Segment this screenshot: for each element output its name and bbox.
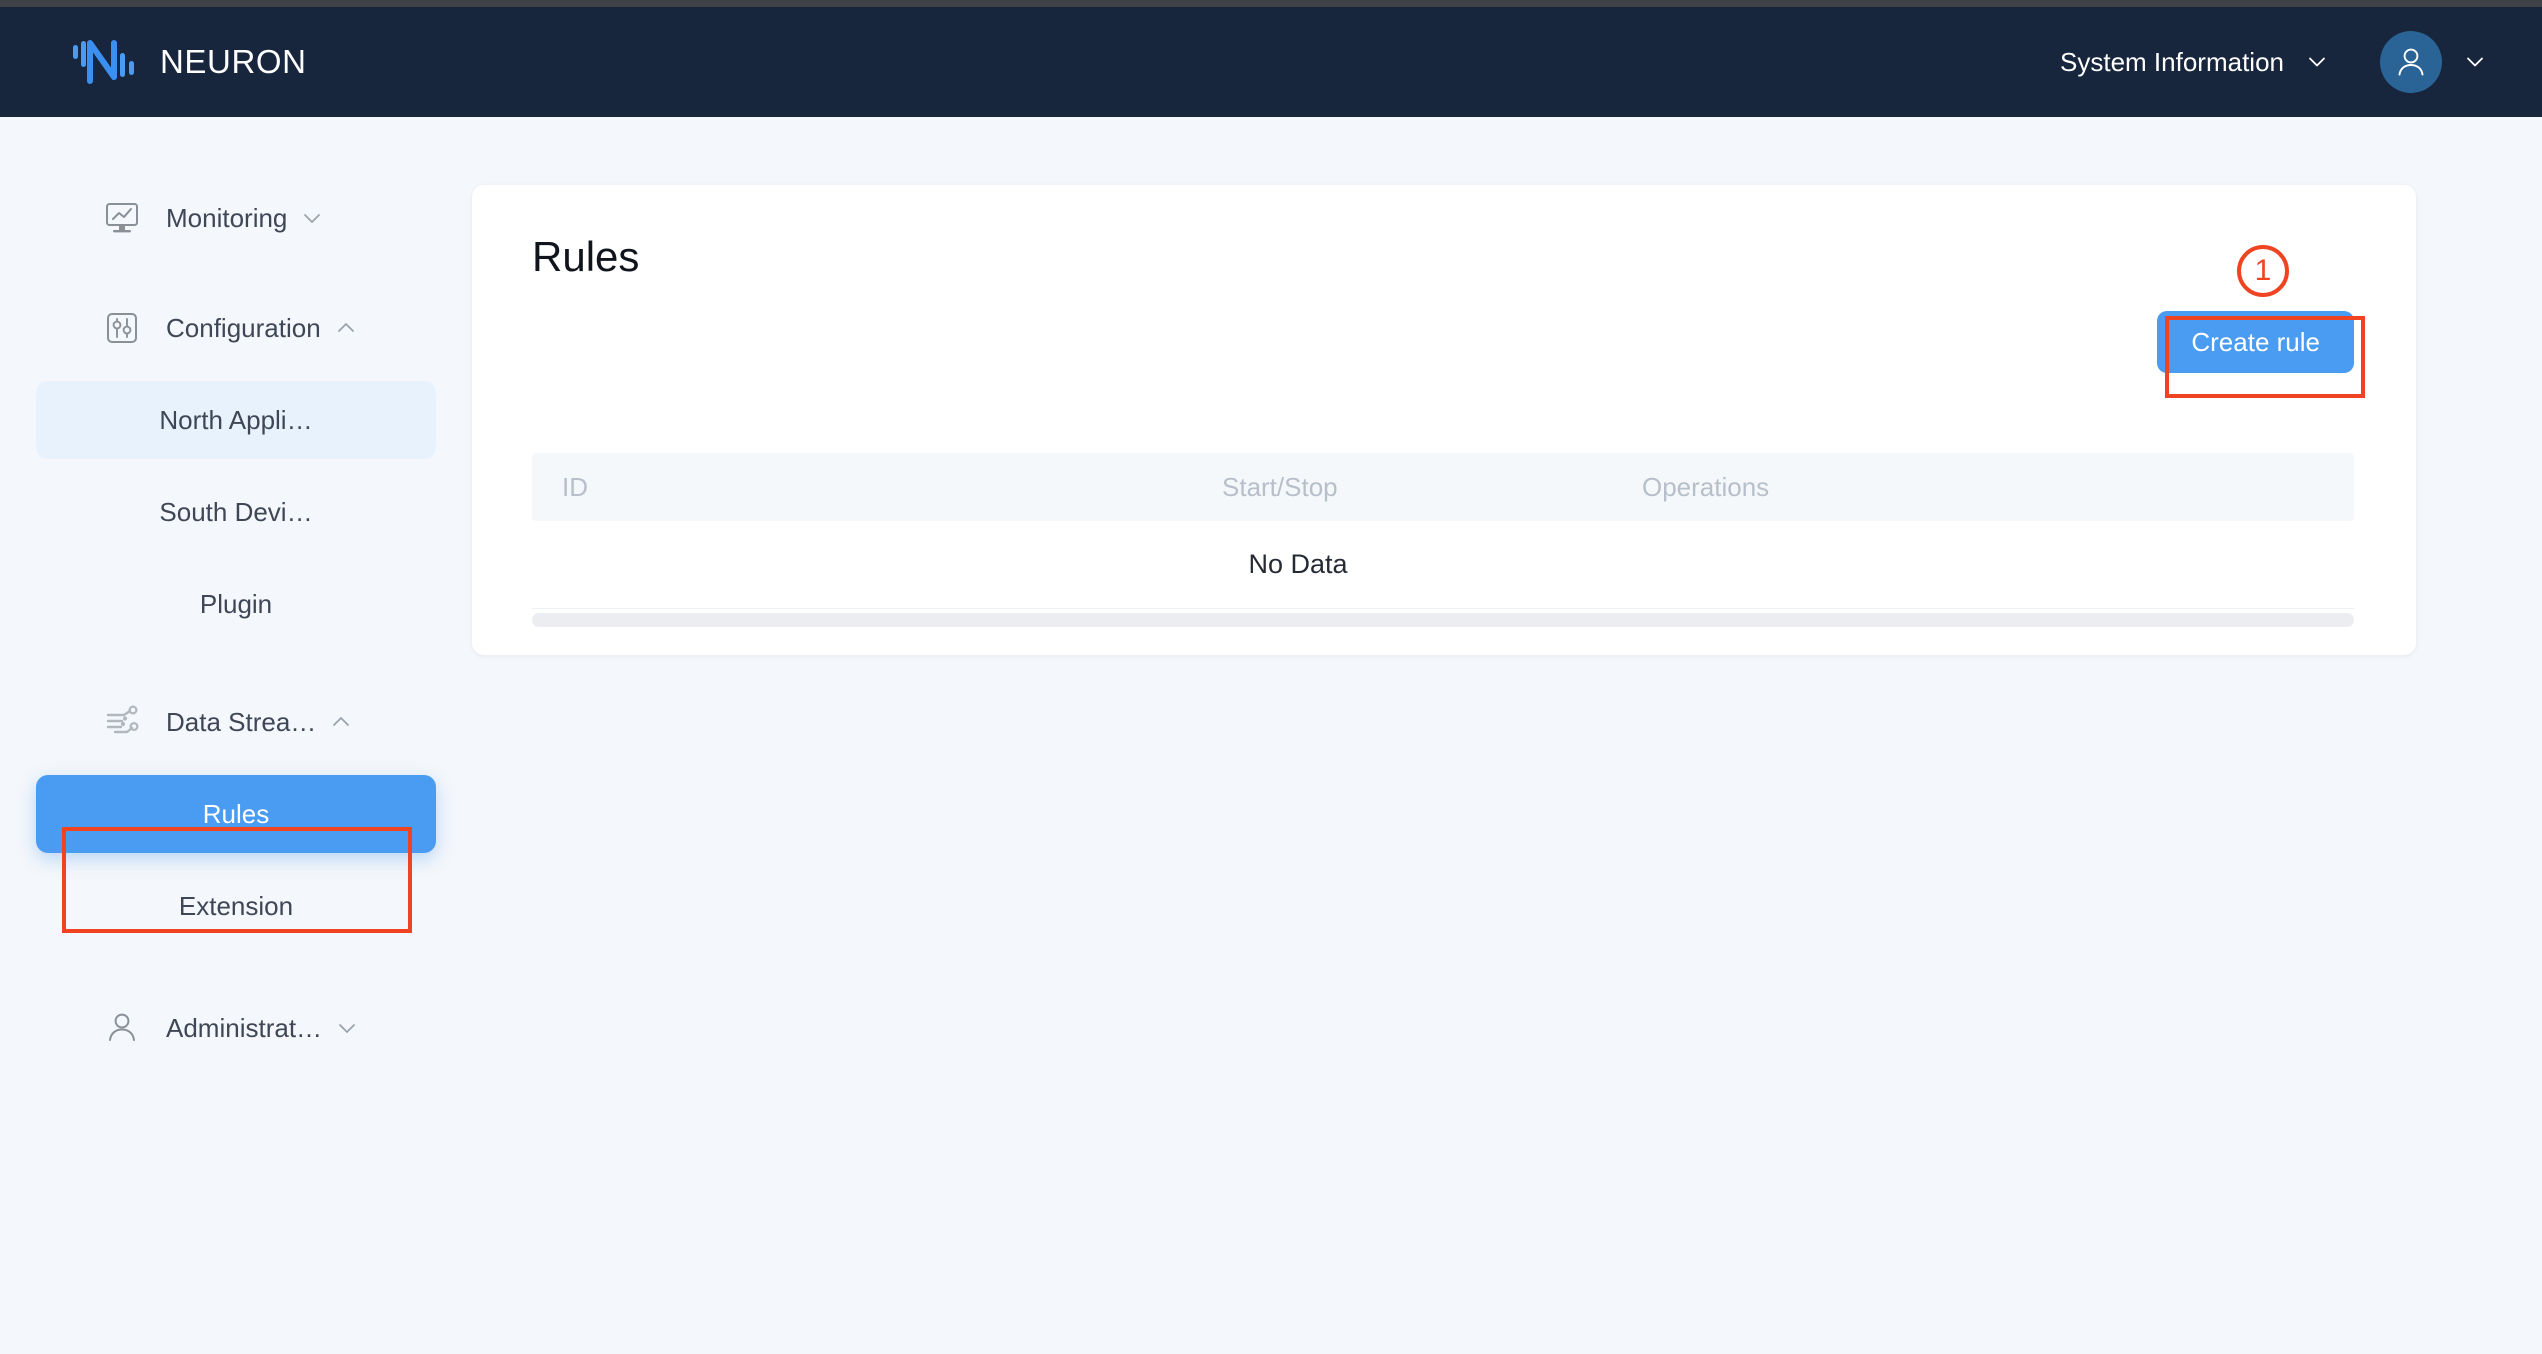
app-header: NEURON System Information — [0, 7, 2542, 117]
sidebar-item-configuration[interactable]: Configuration — [0, 289, 472, 367]
system-information-label: System Information — [2060, 46, 2284, 77]
sidebar-item-label: North Appli… — [159, 404, 313, 435]
avatar[interactable] — [2380, 31, 2442, 93]
neuron-logo-icon — [72, 37, 138, 87]
sidebar-item-south-device[interactable]: South Devi… — [36, 473, 436, 551]
create-rule-button[interactable]: Create rule — [2157, 311, 2354, 373]
chevron-up-icon — [330, 711, 352, 733]
sidebar-item-label: Rules — [202, 798, 270, 829]
brand-name: NEURON — [160, 43, 307, 80]
annotation-badge-1: 1 — [2237, 245, 2289, 297]
page-title: Rules — [532, 233, 640, 280]
sidebar-item-label: Administrat… — [166, 1012, 323, 1043]
table-header-row: ID Start/Stop Operations — [532, 453, 2354, 521]
brand[interactable]: NEURON — [72, 37, 307, 87]
sidebar-item-label: Data Strea… — [166, 706, 317, 737]
header-right: System Information — [2044, 31, 2486, 93]
sidebar-item-label: Configuration — [166, 312, 321, 343]
sidebar-item-label: Monitoring — [166, 202, 288, 233]
nav-group-monitoring: Monitoring — [0, 179, 472, 257]
main-content: Rules Create rule ID Start/Stop Operatio… — [472, 117, 2542, 1354]
nav-group-data-streaming: Data Strea… Rules Extension — [0, 683, 472, 945]
table-empty-row: No Data — [532, 521, 2354, 609]
sliders-icon — [100, 306, 144, 350]
chevron-down-icon — [301, 207, 323, 229]
user-icon — [100, 1006, 144, 1050]
sidebar-item-label: Plugin — [199, 588, 273, 619]
sidebar: Monitoring Configuration North Appli… So… — [0, 117, 472, 1354]
sidebar-item-data-streaming[interactable]: Data Strea… — [0, 683, 472, 761]
sidebar-item-monitoring[interactable]: Monitoring — [0, 179, 472, 257]
data-stream-icon — [100, 700, 144, 744]
sidebar-item-plugin[interactable]: Plugin — [36, 565, 436, 643]
rules-table: ID Start/Stop Operations No Data — [532, 453, 2354, 627]
sidebar-item-administration[interactable]: Administrat… — [0, 989, 472, 1067]
system-information-menu[interactable]: System Information — [2044, 37, 2344, 88]
sidebar-item-rules[interactable]: Rules — [36, 775, 436, 853]
sidebar-item-extension[interactable]: Extension — [36, 867, 436, 945]
column-header-operations: Operations — [1642, 471, 1770, 502]
sidebar-item-label: South Devi… — [159, 496, 313, 527]
browser-chrome-strip — [0, 0, 2542, 7]
table-horizontal-scrollbar[interactable] — [532, 613, 2354, 627]
chevron-down-icon — [2306, 51, 2328, 73]
chevron-down-icon — [2464, 51, 2486, 73]
rules-card: Rules Create rule ID Start/Stop Operatio… — [472, 185, 2416, 655]
chevron-down-icon — [336, 1017, 358, 1039]
monitor-chart-icon — [100, 196, 144, 240]
sidebar-item-north-application[interactable]: North Appli… — [36, 381, 436, 459]
empty-state-text: No Data — [1248, 549, 1348, 579]
column-header-start-stop: Start/Stop — [1222, 471, 1338, 502]
nav-group-administration: Administrat… — [0, 989, 472, 1067]
chevron-up-icon — [335, 317, 357, 339]
user-menu[interactable] — [2380, 31, 2486, 93]
nav-group-configuration: Configuration North Appli… South Devi… P… — [0, 289, 472, 643]
column-header-id: ID — [562, 471, 588, 502]
sidebar-item-label: Extension — [178, 890, 294, 921]
